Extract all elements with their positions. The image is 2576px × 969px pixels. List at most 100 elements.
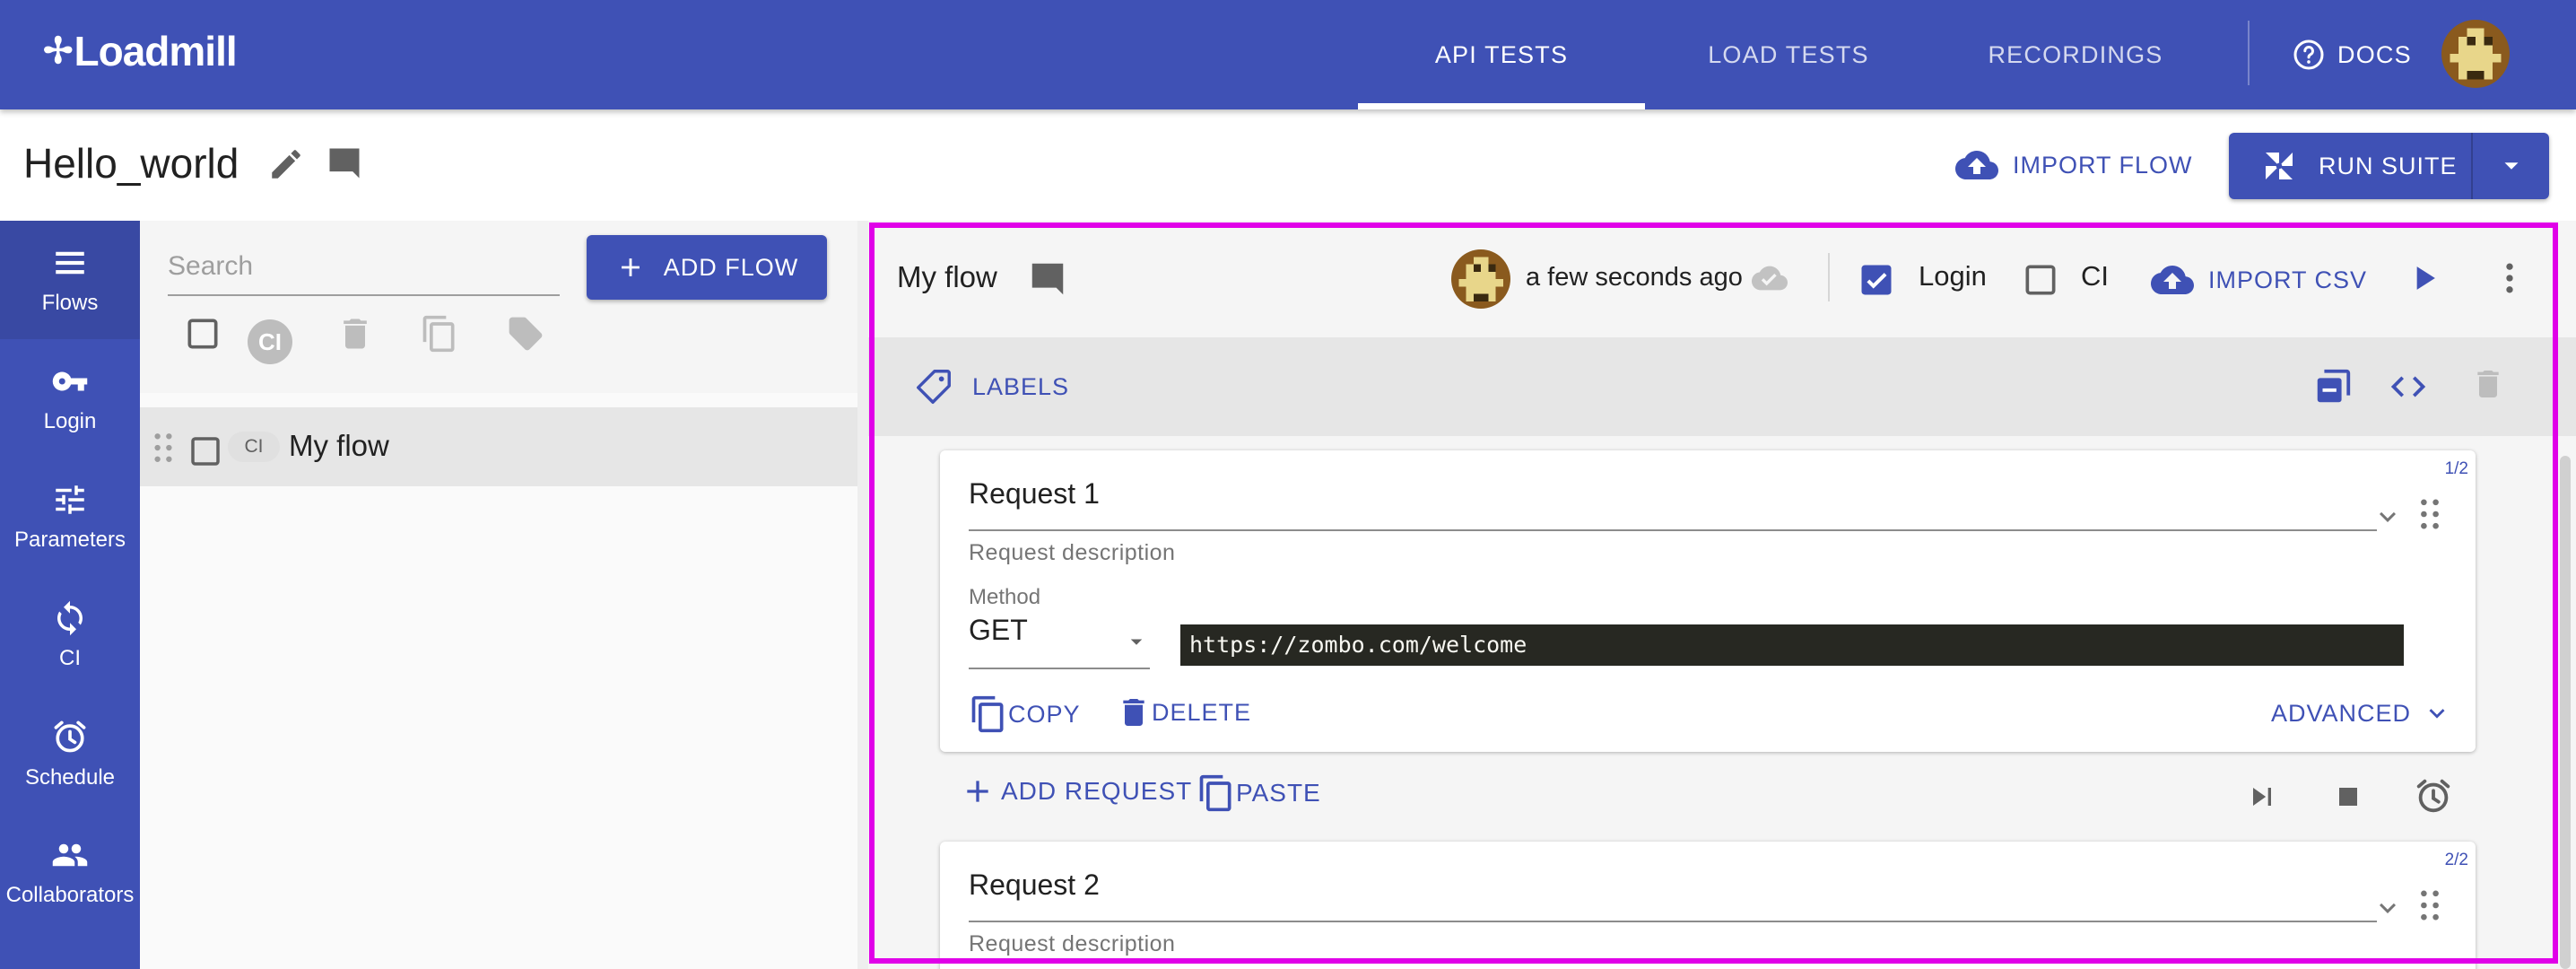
request-description[interactable]: Request description	[969, 931, 1175, 957]
copy-icon	[971, 695, 1004, 733]
play-icon	[2416, 266, 2435, 290]
rail-item-schedule[interactable]: Schedule	[0, 694, 140, 813]
flow-comment-button[interactable]	[1027, 258, 1068, 304]
suite-comment-button[interactable]	[325, 144, 364, 188]
ci-checkbox[interactable]	[2021, 260, 2060, 304]
tab-label: LOAD TESTS	[1708, 40, 1869, 68]
user-avatar[interactable]	[2441, 20, 2510, 88]
labels-button[interactable]: LABELS	[913, 366, 1069, 407]
flow-list-item[interactable]: CI My flow	[140, 407, 857, 486]
run-flow-button[interactable]	[2404, 258, 2443, 302]
rail-item-collaborators[interactable]: Collaborators	[0, 813, 140, 931]
code-view-button[interactable]	[2388, 366, 2429, 412]
request-counter: 1/2	[2444, 459, 2468, 478]
url-input[interactable]: https://zombo.com/welcome	[1180, 624, 2404, 666]
add-flow-label: ADD FLOW	[663, 253, 799, 281]
editor-scrollbar[interactable]	[2560, 456, 2571, 969]
import-flow-button[interactable]: IMPORT FLOW	[1955, 144, 2193, 187]
tab-load-tests[interactable]: LOAD TESTS	[1645, 0, 1932, 109]
tab-api-tests[interactable]: API TESTS	[1358, 0, 1645, 109]
rail-item-login[interactable]: Login	[0, 339, 140, 458]
copy-request-button[interactable]: COPY	[969, 694, 1081, 734]
run-suite-options-button[interactable]	[2473, 133, 2549, 199]
rail-item-flows[interactable]: Flows	[0, 221, 140, 339]
run-suite-label: RUN SUITE	[2319, 152, 2458, 179]
request-description[interactable]: Request description	[969, 540, 1175, 566]
delete-request-button[interactable]: DELETE	[1116, 694, 1251, 730]
logo-star-icon: ✢	[43, 31, 74, 71]
rail-label: CI	[59, 646, 81, 670]
logo-text: Loadmill	[74, 28, 238, 74]
checkbox-empty-icon	[2025, 265, 2056, 295]
drag-handle-icon[interactable]	[2420, 888, 2440, 927]
collapse-all-icon	[2317, 369, 2351, 403]
flow-editor: My flow a few seconds ago Login CI IMPOR…	[868, 221, 2576, 969]
stop-here-button[interactable]	[2330, 779, 2366, 819]
run-until-here-button[interactable]	[2244, 779, 2280, 819]
left-rail: Flows Login Parameters CI Schedule Colla…	[0, 221, 140, 969]
request-name: Request 1	[969, 477, 1100, 510]
delete-label: DELETE	[1152, 698, 1252, 726]
request-card: 1/2 Request 1 Request description Method…	[940, 450, 2476, 752]
alarm-icon	[54, 720, 86, 753]
drag-handle-icon[interactable]	[153, 432, 173, 467]
method-label: Method	[969, 585, 1041, 609]
add-flow-button[interactable]: ADD FLOW	[587, 235, 827, 300]
collapse-request-button[interactable]	[2371, 501, 2404, 537]
label-flows-button[interactable]	[506, 314, 545, 358]
sync-icon	[57, 600, 83, 636]
drag-handle-icon[interactable]	[2420, 497, 2440, 536]
duplicate-flows-button[interactable]	[420, 314, 459, 358]
docs-button[interactable]: DOCS	[2293, 0, 2412, 109]
help-circle-icon	[2293, 39, 2324, 70]
login-label: Login	[1919, 260, 1987, 292]
request-name: Request 2	[969, 869, 1100, 901]
delete-flows-button[interactable]	[335, 314, 375, 358]
collapse-request-button[interactable]	[2371, 892, 2404, 929]
import-csv-button[interactable]: IMPORT CSV	[2151, 258, 2367, 301]
advanced-toggle-button[interactable]: ADVANCED	[2271, 698, 2452, 729]
method-value: GET	[969, 614, 1028, 646]
stop-icon	[2339, 788, 2357, 806]
method-select[interactable]: GET	[969, 614, 1150, 669]
caret-down-icon	[1130, 639, 1143, 645]
nav-divider	[2248, 21, 2250, 85]
rail-item-ci[interactable]: CI	[0, 576, 140, 694]
flows-toolbar: Search ADD FLOW CI	[140, 221, 857, 393]
code-icon	[2390, 376, 2426, 397]
flow-checkbox[interactable]	[187, 432, 224, 475]
trash-icon	[344, 319, 367, 349]
select-all-checkbox[interactable]	[183, 314, 222, 358]
chevron-down-icon	[2380, 903, 2396, 913]
comment-icon	[329, 148, 360, 179]
trash-icon	[1123, 699, 1144, 726]
menu-icon	[56, 251, 84, 275]
more-vert-icon	[2506, 263, 2513, 293]
checkbox-checked-icon	[1861, 265, 1892, 295]
flow-name: My flow	[289, 429, 389, 462]
delete-requests-button[interactable]	[2470, 366, 2506, 406]
add-request-button[interactable]: ADD REQUEST	[960, 773, 1192, 809]
login-checkbox[interactable]	[1857, 260, 1896, 304]
ci-chip-label: CI	[258, 327, 282, 355]
loadmill-logo[interactable]: ✢ Loadmill	[43, 27, 238, 75]
tab-label: API TESTS	[1434, 40, 1569, 68]
caret-down-icon	[2504, 162, 2518, 170]
delay-button[interactable]	[2413, 775, 2454, 821]
panel-resize-divider[interactable]	[857, 221, 868, 969]
request-name-input[interactable]: Request 2	[969, 867, 2377, 922]
more-options-button[interactable]	[2490, 258, 2529, 302]
run-suite-button[interactable]: RUN SUITE	[2229, 133, 2471, 199]
editor-avatar	[1451, 249, 1510, 309]
ci-filter-button[interactable]: CI	[248, 319, 292, 364]
search-input[interactable]: Search	[168, 248, 560, 296]
cloud-upload-icon	[2151, 266, 2194, 294]
collapse-all-button[interactable]	[2312, 366, 2354, 412]
request-name-input[interactable]: Request 1	[969, 476, 2377, 531]
edit-title-button[interactable]	[267, 145, 305, 188]
labels-label: LABELS	[972, 372, 1070, 400]
paste-request-button[interactable]: PASTE	[1197, 773, 1321, 813]
rail-label: Collaborators	[5, 883, 135, 907]
rail-item-parameters[interactable]: Parameters	[0, 458, 140, 576]
tab-recordings[interactable]: RECORDINGS	[1932, 0, 2219, 109]
